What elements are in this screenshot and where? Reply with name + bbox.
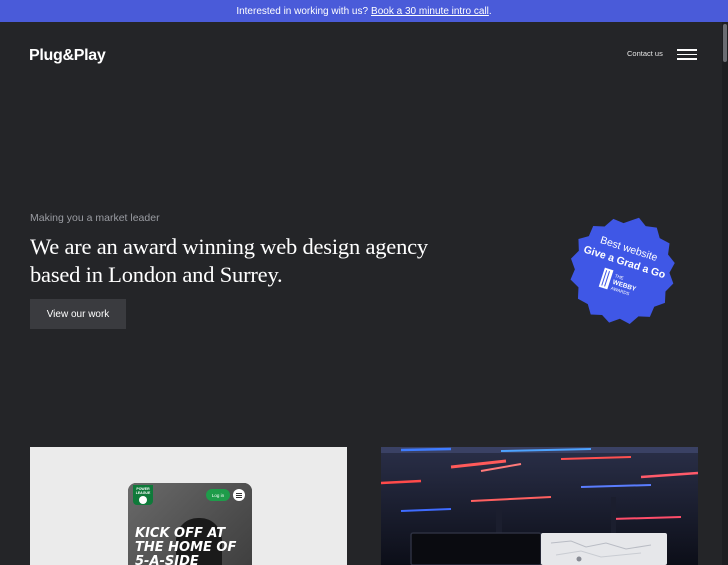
hero-headline: We are an award winning web design agenc…	[30, 234, 428, 287]
phone-login-button: Log in	[206, 489, 230, 501]
hamburger-menu-icon[interactable]	[677, 48, 699, 62]
hero-eyebrow: Making you a market leader	[30, 212, 160, 224]
announcement-suffix: .	[488, 5, 492, 17]
phone-menu-icon	[233, 489, 245, 501]
powerleague-logo-text: POWER LEAGUE	[135, 487, 151, 495]
work-card-office[interactable]	[381, 447, 698, 565]
view-our-work-button[interactable]: View our work	[30, 299, 126, 329]
work-card-powerleague[interactable]: POWER LEAGUE Log in KICK OFF AT THE HOME…	[30, 447, 347, 565]
announcement-bar: Interested in working with us? Book a 30…	[0, 0, 728, 22]
powerleague-logo-icon: POWER LEAGUE	[133, 485, 153, 505]
phone-hero-title: KICK OFF AT THE HOME OF 5-A-SIDE	[135, 526, 237, 565]
scrollbar-track[interactable]	[722, 22, 728, 565]
site-logo[interactable]: Plug&Play	[29, 47, 106, 65]
announcement-text: Interested in working with us?	[236, 5, 369, 17]
office-neon-photo	[381, 447, 698, 565]
scrollbar-thumb[interactable]	[723, 24, 727, 62]
webby-award-badge: Best website Give a Grad a Go THE WEBBY …	[565, 213, 679, 327]
phone-mockup: POWER LEAGUE Log in KICK OFF AT THE HOME…	[128, 483, 252, 565]
book-intro-call-link[interactable]: Book a 30 minute intro call	[371, 6, 489, 17]
contact-us-link[interactable]: Contact us	[627, 49, 663, 58]
award-seal-icon: Best website Give a Grad a Go THE WEBBY …	[570, 217, 675, 325]
